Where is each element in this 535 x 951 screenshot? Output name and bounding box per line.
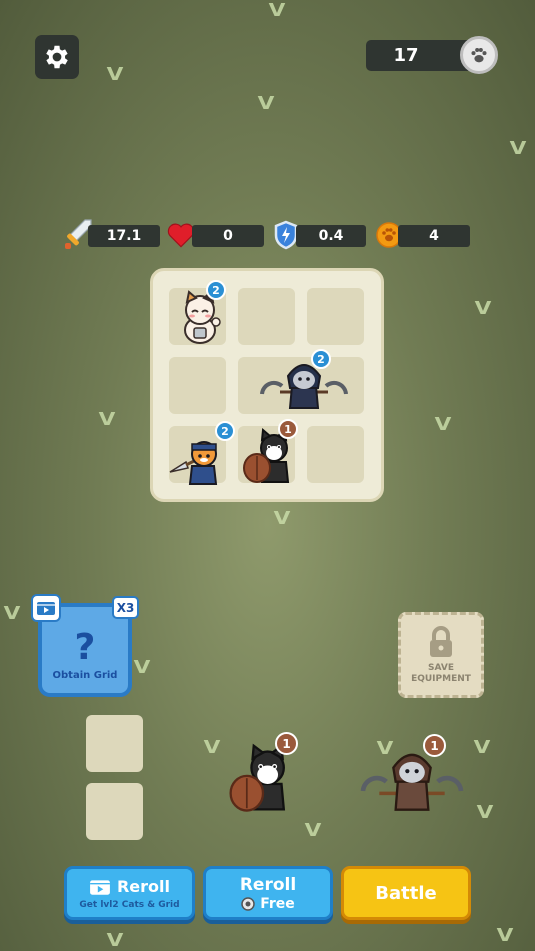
reroll-ad-button[interactable]: Reroll Get lvl2 Cats & Grid [64, 866, 195, 920]
level-value: 2 [221, 424, 229, 438]
grid-cell[interactable] [238, 288, 295, 345]
stat-value: 0.4 [318, 228, 344, 244]
level-value: 1 [284, 422, 292, 436]
save-equipment-line2: EQUIPMENT [411, 674, 471, 684]
bench-slot[interactable] [86, 783, 143, 840]
obtain-grid-label: Obtain Grid [52, 669, 118, 681]
level-badge: 2 [215, 421, 235, 441]
coin-icon [241, 896, 255, 911]
level-badge: 2 [311, 349, 331, 369]
reroll-free-button[interactable]: Reroll Free [203, 866, 333, 920]
grass-decor: ᐯ [434, 414, 452, 435]
stat-value: 0 [223, 228, 233, 244]
hooded-scythe-cat-icon [360, 753, 464, 811]
stat-value: 4 [429, 228, 439, 244]
defense-stat: 0.4 [296, 225, 366, 247]
level-badge: 1 [278, 419, 298, 439]
paw-coin-icon [460, 36, 498, 74]
battle-label: Battle [375, 882, 437, 904]
question-mark-icon: ? [74, 626, 96, 668]
grass-decor: ᐯ [98, 409, 116, 430]
grass-decor: ᐯ [273, 508, 291, 529]
grass-decor: ᐯ [476, 802, 494, 823]
level-value: 1 [282, 736, 291, 751]
grass-decor: ᐯ [268, 0, 286, 21]
grass-decor: ᐯ [257, 93, 275, 114]
level-badge: 1 [275, 732, 298, 755]
level-value: 2 [212, 283, 220, 297]
paw-icon [471, 47, 487, 63]
battle-button[interactable]: Battle [341, 866, 471, 920]
grid-cell[interactable] [307, 426, 364, 483]
grass-decor: ᐯ [3, 603, 21, 624]
level-badge: 1 [423, 734, 446, 757]
grass-decor: ᐯ [496, 925, 514, 946]
grass-decor: ᐯ [474, 298, 492, 319]
health-stat: 0 [192, 225, 264, 247]
gear-icon [46, 45, 68, 69]
bench-slot[interactable] [86, 715, 143, 772]
video-ad-icon [90, 879, 110, 895]
reroll-ad-subtitle: Get lvl2 Cats & Grid [79, 899, 180, 910]
reroll-free-cost: Free [260, 895, 295, 912]
reroll-ad-title: Reroll [116, 877, 171, 896]
lock-icon [430, 626, 452, 657]
grid-cell[interactable] [169, 357, 226, 414]
grass-decor: ᐯ [203, 737, 221, 758]
grass-decor: ᐯ [304, 820, 322, 841]
settings-button[interactable] [35, 35, 79, 79]
grass-decor: ᐯ [133, 657, 151, 678]
multiplier-badge: X3 [112, 596, 139, 619]
reroll-free-title: Reroll [239, 874, 297, 895]
grass-decor: ᐯ [473, 737, 491, 758]
attack-stat: 17.1 [88, 225, 160, 247]
hooded-scythe-cat-unit[interactable] [256, 354, 352, 414]
grid-cell[interactable] [307, 288, 364, 345]
hooded-scythe-cat-icon [260, 364, 348, 409]
video-ad-icon [31, 594, 61, 622]
shop-hooded-scythe-cat[interactable] [356, 742, 468, 812]
grass-decor: ᐯ [106, 930, 124, 951]
save-equipment-slot[interactable]: SAVE EQUIPMENT [398, 612, 484, 698]
level-value: 2 [317, 352, 325, 366]
grass-decor: ᐯ [106, 64, 124, 85]
save-equipment-line1: SAVE [428, 663, 454, 673]
cat-count-stat: 4 [398, 225, 470, 247]
level-badge: 2 [206, 280, 226, 300]
level-value: 1 [430, 738, 439, 753]
stat-value: 17.1 [106, 228, 142, 244]
coin-count: 17 [393, 45, 419, 66]
grass-decor: ᐯ [509, 138, 527, 159]
